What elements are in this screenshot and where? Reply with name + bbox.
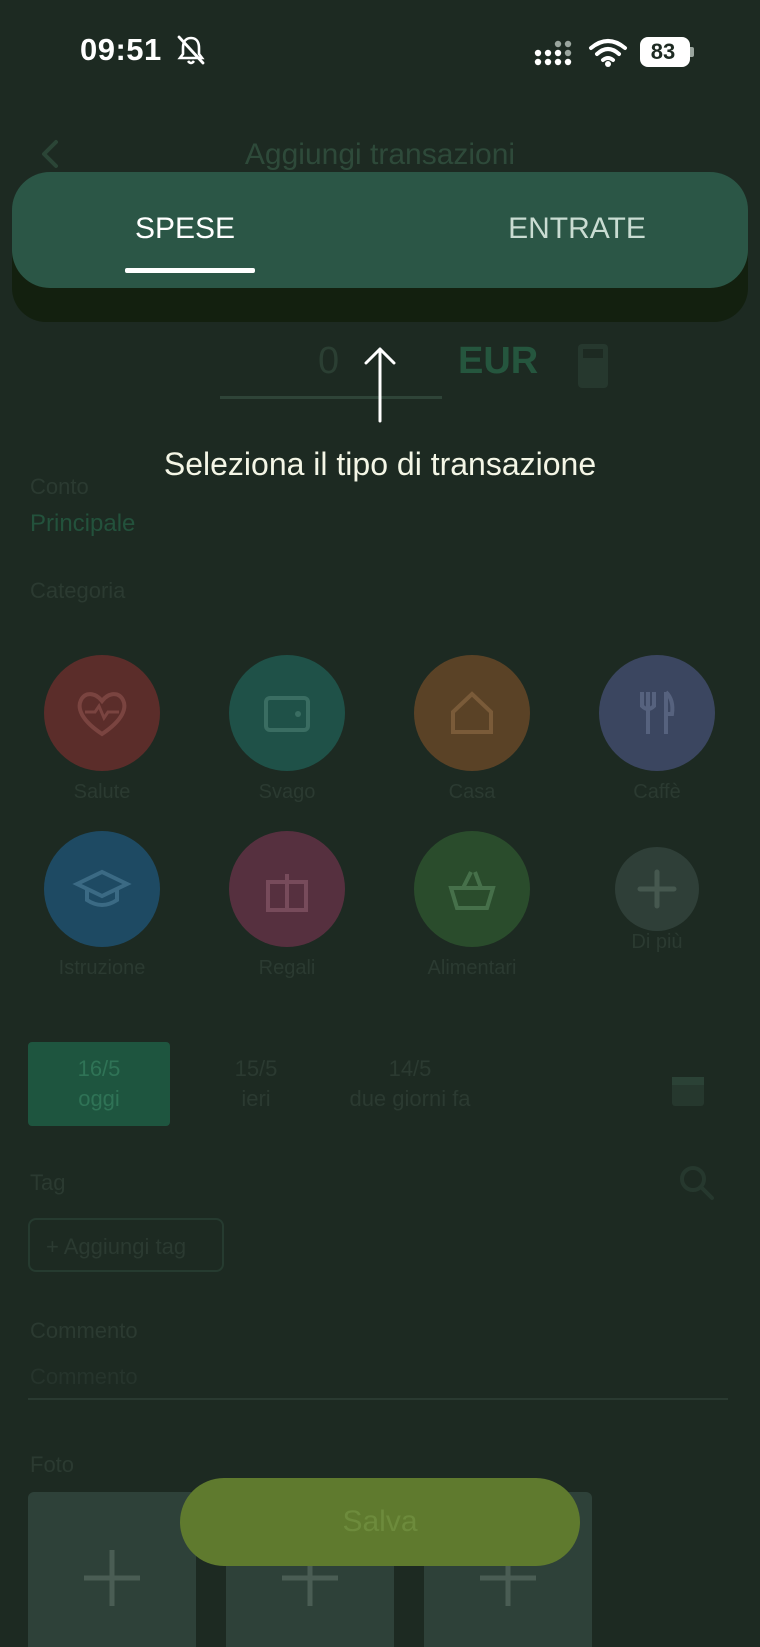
status-bar: 09:51 83 <box>0 0 760 100</box>
wallet-icon <box>264 696 310 732</box>
transaction-type-tabs: SPESE ENTRATE <box>12 172 748 288</box>
status-time: 09:51 <box>80 32 162 67</box>
category-icon-circle <box>615 847 699 931</box>
date-caption: ieri <box>241 1086 271 1111</box>
plus-icon <box>637 869 677 909</box>
category-svago[interactable]: Svago <box>212 655 362 804</box>
category-regali[interactable]: Regali <box>212 831 362 980</box>
coach-hint-text: Seleziona il tipo di transazione <box>163 446 597 482</box>
page-title: Aggiungi transazioni <box>244 138 516 171</box>
category-icon-circle <box>414 831 530 947</box>
date-value: 14/5 <box>388 1056 432 1081</box>
utensils-icon <box>640 690 675 734</box>
comment-input[interactable]: Commento <box>30 1364 138 1390</box>
category-alimentari[interactable]: Alimentari <box>397 831 547 980</box>
category-istruzione[interactable]: Istruzione <box>27 831 177 980</box>
category-icon-circle <box>229 831 345 947</box>
search-icon[interactable] <box>676 1162 716 1202</box>
signal-icon <box>534 40 572 66</box>
date-caption: due giorni fa <box>349 1086 471 1111</box>
add-photo-button[interactable] <box>28 1492 196 1647</box>
wifi-icon <box>589 39 627 67</box>
amount-input[interactable]: 0 <box>318 340 339 383</box>
category-casa[interactable]: Casa <box>397 655 547 804</box>
date-value: 15/5 <box>234 1056 278 1081</box>
category-icon-circle <box>414 655 530 771</box>
graduation-cap-icon <box>72 869 132 907</box>
category-icon-circle <box>229 655 345 771</box>
category-label-text: Di più <box>631 931 683 953</box>
category-label-text: Istruzione <box>58 957 146 979</box>
add-tag-button[interactable]: + Aggiungi tag <box>28 1218 224 1272</box>
tag-label: Tag <box>30 1170 66 1195</box>
category-label-text: Salute <box>73 781 131 803</box>
tab-entrate[interactable]: ENTRATE <box>482 212 672 262</box>
house-icon <box>451 691 493 734</box>
save-button[interactable]: Salva <box>180 1478 580 1566</box>
plus-icon <box>84 1550 140 1606</box>
bell-muted-icon <box>177 35 205 65</box>
date-option-two-days-ago[interactable]: 14/5 due giorni fa <box>300 1054 520 1114</box>
heart-pulse-icon <box>77 692 127 737</box>
category-label-text: Regali <box>258 957 316 979</box>
battery-indicator: 83 <box>640 37 694 67</box>
category-label: Categoria <box>30 578 126 603</box>
category-label-text: Alimentari <box>427 957 517 979</box>
category-label-text: Svago <box>258 781 316 803</box>
date-value: 16/5 <box>77 1056 121 1081</box>
account-selector[interactable]: Principale <box>30 510 135 538</box>
photo-label: Foto <box>30 1452 75 1477</box>
gift-icon <box>266 874 308 912</box>
category-caffe[interactable]: Caffè <box>582 655 732 804</box>
comment-underline <box>28 1398 728 1400</box>
category-icon-circle <box>599 655 715 771</box>
category-label-text: Caffè <box>633 781 681 803</box>
date-option-yesterday[interactable]: 15/5 ieri <box>196 1054 316 1114</box>
currency-selector[interactable]: EUR <box>458 340 538 383</box>
date-selector: 16/5 oggi 15/5 ieri 14/5 due giorni fa <box>0 1042 760 1128</box>
calendar-icon[interactable] <box>670 1072 706 1108</box>
comment-label: Commento <box>30 1318 138 1343</box>
category-icon-circle <box>44 831 160 947</box>
battery-level: 83 <box>650 39 676 64</box>
amount-underline <box>220 396 442 399</box>
arrow-up-icon <box>364 347 396 423</box>
category-label-text: Casa <box>448 781 496 803</box>
tab-spese[interactable]: SPESE <box>120 212 250 262</box>
calculator-icon[interactable] <box>576 342 610 390</box>
battery-tip <box>690 47 694 57</box>
screen: Aggiungi transazioni 0 EUR Conto Princip… <box>0 0 760 1647</box>
basket-icon <box>448 871 496 910</box>
active-tab-indicator <box>125 268 255 273</box>
category-salute[interactable]: Salute <box>27 655 177 804</box>
date-caption: oggi <box>78 1086 120 1111</box>
category-icon-circle <box>44 655 160 771</box>
category-more[interactable]: Di più <box>582 831 732 954</box>
date-option-today[interactable]: 16/5 oggi <box>28 1042 170 1126</box>
